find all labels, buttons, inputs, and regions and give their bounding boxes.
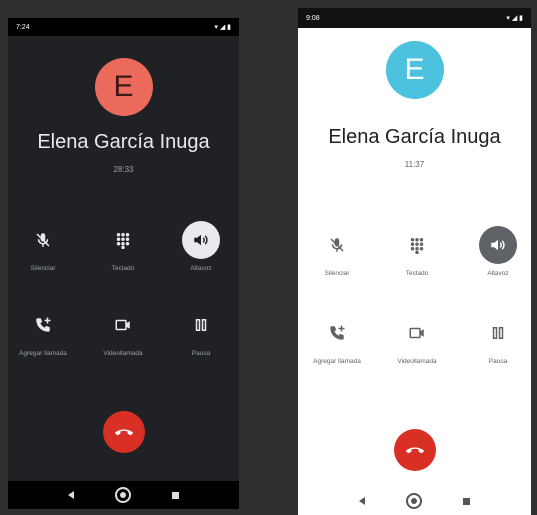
status-bar: 7:24 ▾ ◢ ▮ [8, 18, 239, 36]
end-call-button[interactable] [102, 411, 145, 453]
avatar: E [385, 41, 444, 99]
keypad-label: Teclado [405, 270, 429, 277]
status-time: 9:08 [306, 14, 320, 22]
speaker-label: Altavoz [190, 265, 212, 272]
end-call-button[interactable] [393, 429, 436, 471]
speaker-button[interactable]: Altavoz [166, 221, 236, 281]
call-duration: 28:33 [113, 165, 134, 174]
pause-icon [479, 314, 517, 352]
status-icons: ▾ ◢ ▮ [506, 15, 523, 22]
add-call-label: Agregar llamada [19, 350, 67, 357]
status-bar: 9:08 ▾ ◢ ▮ [298, 8, 531, 28]
avatar: E [94, 58, 153, 116]
avatar-letter: E [404, 53, 425, 86]
mute-button[interactable]: Silenciar [302, 226, 372, 286]
mute-button[interactable]: Silenciar [8, 221, 78, 281]
contact-name: Elena García Inuga [328, 126, 501, 148]
mic-off-icon [318, 226, 356, 264]
phone-screen-light: 9:08 ▾ ◢ ▮ E Elena García Inuga 11:37 Si… [298, 8, 531, 515]
hold-button[interactable]: Pausa [463, 314, 531, 374]
video-call-label: Videollamada [103, 350, 143, 357]
video-call-button[interactable]: Videollamada [382, 314, 452, 374]
hang-up-icon [114, 429, 133, 436]
speaker-button[interactable]: Altavoz [463, 226, 531, 286]
add-call-button[interactable]: Agregar llamada [302, 314, 372, 374]
keypad-label: Teclado [111, 265, 135, 272]
navigation-bar [8, 481, 239, 509]
hold-label: Pausa [191, 350, 211, 357]
mute-label: Silenciar [30, 265, 56, 272]
add-call-icon [24, 306, 62, 344]
contact-name: Elena García Inuga [37, 131, 210, 153]
status-icons: ▾ ◢ ▮ [214, 24, 231, 31]
hang-up-icon [405, 447, 424, 454]
hold-label: Pausa [488, 358, 508, 365]
speaker-label: Altavoz [487, 270, 509, 277]
speaker-icon [479, 226, 517, 264]
home-icon[interactable] [114, 487, 131, 503]
home-icon[interactable] [405, 493, 422, 509]
speaker-icon [182, 221, 220, 259]
keypad-button[interactable]: Teclado [382, 226, 452, 286]
video-call-label: Videollamada [397, 358, 437, 365]
phone-screen-dark: 7:24 ▾ ◢ ▮ E Elena García Inuga 28:33 Si… [8, 18, 239, 509]
call-duration: 11:37 [404, 160, 425, 169]
keypad-button[interactable]: Teclado [88, 221, 158, 281]
dialpad-icon [398, 226, 436, 264]
add-call-button[interactable]: Agregar llamada [8, 306, 78, 366]
video-call-button[interactable]: Videollamada [88, 306, 158, 366]
status-time: 7:24 [16, 23, 30, 31]
hold-button[interactable]: Pausa [166, 306, 236, 366]
add-call-label: Agregar llamada [313, 358, 361, 365]
mute-label: Silenciar [324, 270, 350, 277]
dialpad-icon [104, 221, 142, 259]
video-camera-icon [104, 306, 142, 344]
recent-apps-icon[interactable] [171, 491, 179, 499]
navigation-bar [298, 487, 531, 515]
video-camera-icon [398, 314, 436, 352]
back-icon[interactable] [68, 491, 75, 499]
add-call-icon [318, 314, 356, 352]
recent-apps-icon[interactable] [463, 497, 471, 505]
avatar-letter: E [113, 70, 134, 103]
back-icon[interactable] [358, 497, 365, 505]
pause-icon [182, 306, 220, 344]
mic-off-icon [24, 221, 62, 259]
